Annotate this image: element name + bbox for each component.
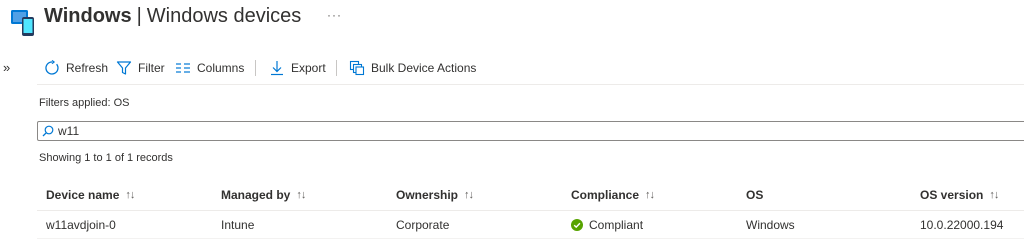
cell-device-name[interactable]: w11avdjoin-0 xyxy=(46,218,116,232)
more-options-icon[interactable]: ··· xyxy=(327,8,342,22)
search-box[interactable] xyxy=(37,121,1024,141)
filters-applied-text: Filters applied: OS xyxy=(39,97,130,109)
cell-ownership: Corporate xyxy=(396,218,450,232)
column-header-label: OS xyxy=(746,188,764,202)
filter-button[interactable]: Filter xyxy=(116,58,165,78)
bulk-actions-icon xyxy=(349,60,365,76)
row-divider xyxy=(37,238,1024,239)
records-count-text: Showing 1 to 1 of 1 records xyxy=(39,152,173,164)
toolbar-divider xyxy=(255,60,256,76)
page-title-secondary: Windows devices xyxy=(146,5,302,27)
column-header-ownership[interactable]: Ownership ↑↓ xyxy=(396,188,474,202)
cell-os: Windows xyxy=(746,218,795,232)
cell-managed-by: Intune xyxy=(221,218,255,232)
sort-icon: ↑↓ xyxy=(125,189,135,201)
columns-label: Columns xyxy=(197,61,245,75)
export-button[interactable]: Export xyxy=(269,58,326,78)
column-header-label: Device name xyxy=(46,188,120,202)
check-circle-icon xyxy=(571,219,583,231)
refresh-button[interactable]: Refresh xyxy=(44,58,108,78)
refresh-label: Refresh xyxy=(66,61,109,75)
windows-devices-icon xyxy=(10,7,38,37)
search-icon xyxy=(42,125,54,137)
sort-icon: ↑↓ xyxy=(296,189,306,201)
column-header-managed-by[interactable]: Managed by ↑↓ xyxy=(221,188,306,202)
cell-compliance: Compliant xyxy=(571,218,643,232)
download-icon xyxy=(271,61,283,76)
column-header-compliance[interactable]: Compliance ↑↓ xyxy=(571,188,655,202)
expand-sidebar-icon[interactable]: » xyxy=(3,60,10,75)
column-header-label: OS version xyxy=(920,188,984,202)
page-title-primary: Windows xyxy=(44,5,132,27)
column-header-label: Managed by xyxy=(221,188,291,202)
cell-os-version: 10.0.22000.194 xyxy=(920,218,1004,232)
toolbar-divider xyxy=(336,60,337,76)
toolbar-underline xyxy=(37,84,1024,85)
search-input[interactable] xyxy=(54,123,958,139)
export-label: Export xyxy=(291,61,326,75)
column-header-os: OS xyxy=(746,188,763,202)
columns-button[interactable]: Columns xyxy=(175,58,244,78)
column-header-label: Ownership xyxy=(396,188,459,202)
column-header-label: Compliance xyxy=(571,188,640,202)
bulk-device-actions-label: Bulk Device Actions xyxy=(371,61,477,75)
header-divider xyxy=(37,210,1024,211)
bulk-device-actions-button[interactable]: Bulk Device Actions xyxy=(349,58,476,78)
filter-label: Filter xyxy=(138,61,165,75)
column-header-device-name[interactable]: Device name ↑↓ xyxy=(46,188,135,202)
column-header-os-version[interactable]: OS version ↑↓ xyxy=(920,188,999,202)
columns-icon xyxy=(176,63,190,73)
sort-icon: ↑↓ xyxy=(645,189,655,201)
sort-icon: ↑↓ xyxy=(464,189,474,201)
page-title: Windows | Windows devices xyxy=(44,5,301,28)
compliance-status: Compliant xyxy=(589,218,644,232)
sort-icon: ↑↓ xyxy=(989,189,999,201)
refresh-icon xyxy=(45,60,59,75)
page-title-separator: | xyxy=(136,5,142,27)
filter-icon xyxy=(116,61,132,75)
